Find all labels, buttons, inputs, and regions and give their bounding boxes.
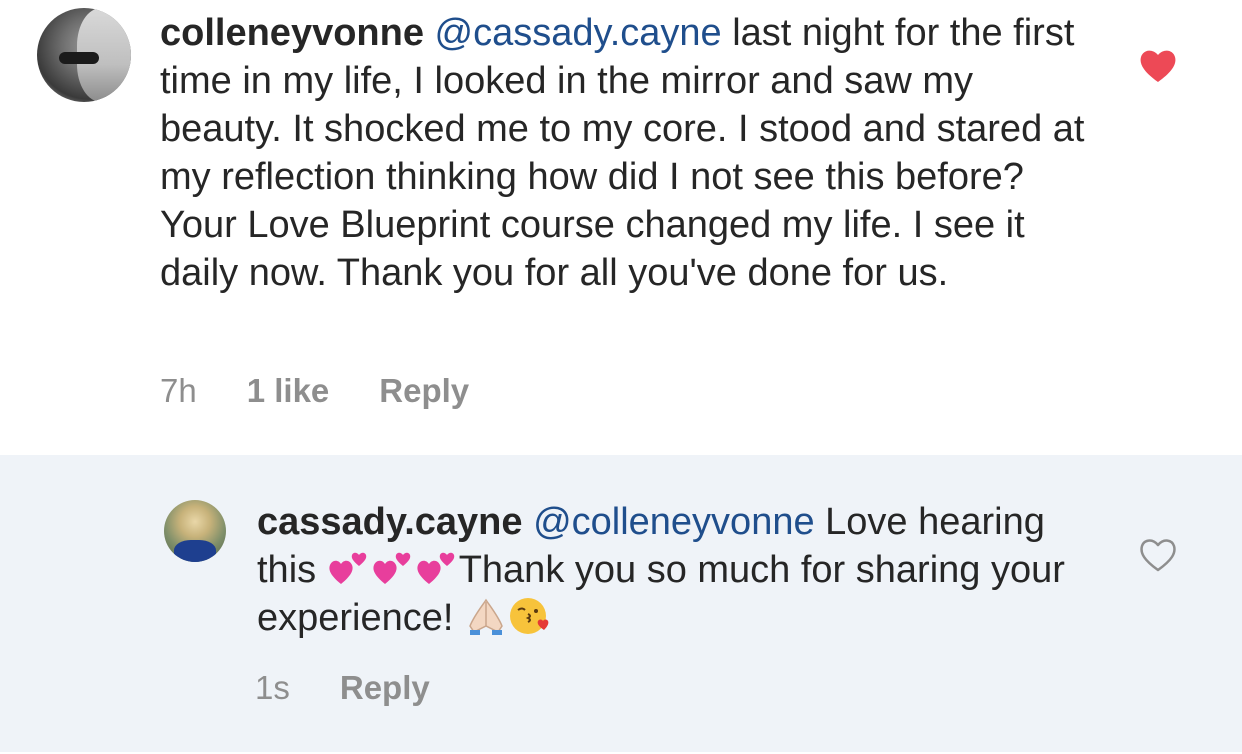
- comment-text: colleneyvonne @cassady.cayne last night …: [160, 9, 1090, 297]
- heart-filled-icon[interactable]: [1138, 46, 1178, 86]
- comment: colleneyvonne @cassady.cayne last night …: [0, 0, 1242, 455]
- two-hearts-emoji: [329, 552, 366, 584]
- comment-likes[interactable]: 1 like: [247, 372, 330, 410]
- avatar[interactable]: [37, 8, 131, 102]
- avatar[interactable]: [164, 500, 226, 562]
- reply-button[interactable]: Reply: [340, 669, 430, 707]
- two-hearts-emoji: [417, 552, 454, 584]
- heart-outline-icon[interactable]: [1138, 535, 1178, 575]
- avatar-shirt: [174, 540, 216, 562]
- reply-username[interactable]: cassady.cayne: [257, 501, 523, 543]
- comment-meta: 7h 1 like Reply: [160, 372, 469, 410]
- folded-hands-emoji: [469, 598, 503, 635]
- comment-username[interactable]: colleneyvonne: [160, 12, 424, 54]
- comment-time: 7h: [160, 372, 197, 409]
- reply-meta: 1s Reply: [255, 669, 430, 707]
- comment-body: last night for the first time in my life…: [160, 12, 1085, 294]
- comment-mention[interactable]: @cassady.cayne: [435, 12, 722, 54]
- reply-button[interactable]: Reply: [379, 372, 469, 410]
- kissing-face-emoji: [510, 598, 549, 634]
- two-hearts-emoji: [373, 552, 410, 584]
- reply-mention[interactable]: @colleneyvonne: [533, 501, 815, 543]
- reply-text: cassady.cayne @colleneyvonne Love hearin…: [257, 498, 1087, 642]
- avatar-glasses: [59, 52, 99, 64]
- reply-time: 1s: [255, 669, 290, 706]
